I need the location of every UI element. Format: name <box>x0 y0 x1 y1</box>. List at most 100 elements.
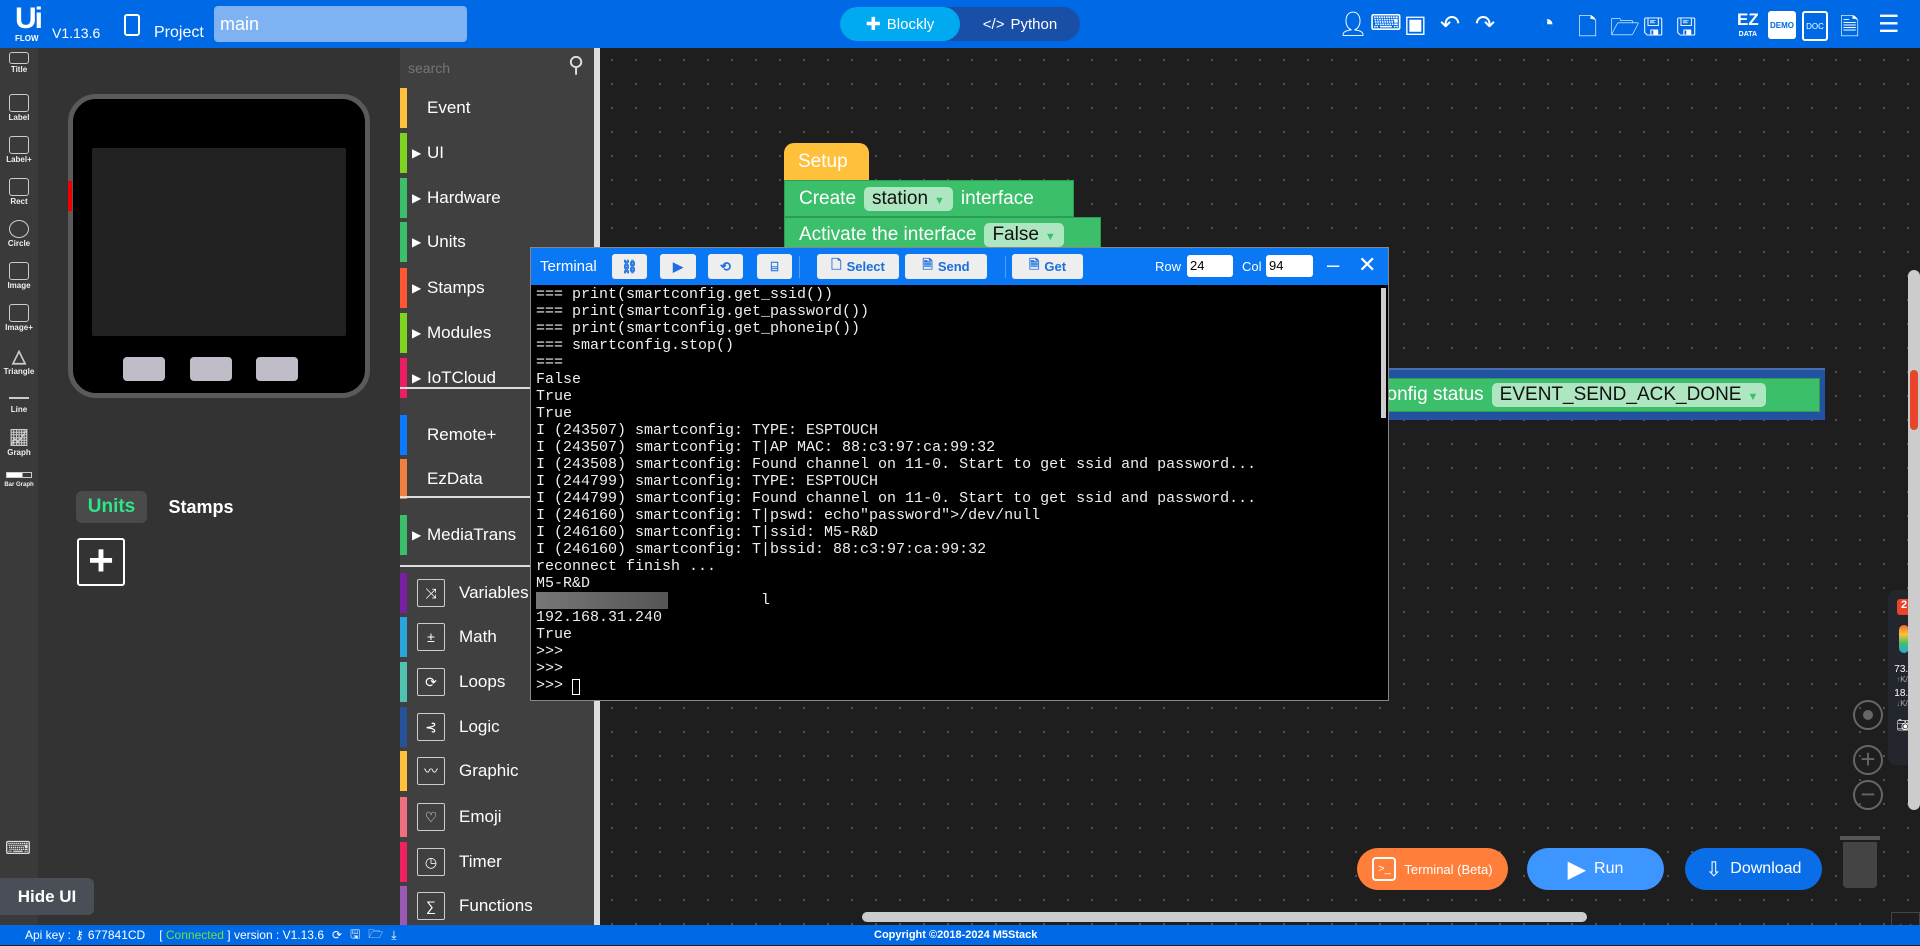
project-file-icon[interactable] <box>124 14 140 36</box>
status-dropdown[interactable]: EVENT_SEND_ACK_DONE ▼ <box>1491 383 1767 407</box>
device-button-b[interactable] <box>190 357 232 381</box>
category-logic[interactable]: ⊰ Logic <box>400 707 600 747</box>
save-icon[interactable]: 🖫︎ <box>350 925 360 946</box>
terminal-line: M5-R&D <box>536 575 591 592</box>
ez-label: EZ <box>1737 10 1759 29</box>
terminal-scrollbar[interactable] <box>1381 288 1386 418</box>
tool-label-plus[interactable]: Label+ <box>0 136 38 164</box>
tool-triangle[interactable]: △ Triangle <box>0 346 38 376</box>
zoom-out-icon[interactable]: − <box>1853 780 1883 810</box>
interface-type-dropdown[interactable]: station ▼ <box>864 186 953 211</box>
tool-label-item[interactable]: Label <box>0 94 38 122</box>
category-ui[interactable]: ▶ UI <box>400 133 600 173</box>
tool-circle[interactable]: Circle <box>0 220 38 248</box>
folder-icon[interactable]: 🗁︎ <box>368 925 383 946</box>
terminal-output[interactable]: === print(smartconfig.get_ssid()) === pri… <box>536 286 1366 696</box>
send-button[interactable]: 🗎︎ Send <box>905 254 987 279</box>
clear-button[interactable]: ⌸ <box>757 254 792 279</box>
category-functions[interactable]: ∑ Functions <box>400 886 600 926</box>
device-icon[interactable]: ▣ <box>1404 10 1427 39</box>
project-name-input[interactable] <box>214 6 467 42</box>
run-button[interactable]: ▶ <box>660 254 696 279</box>
save-as-icon[interactable]: 🖫︎ <box>1676 10 1696 51</box>
terminal-line: reconnect finish ... <box>536 558 717 575</box>
keyboard-icon[interactable]: ⌨ <box>5 838 31 859</box>
tool-image[interactable]: Image <box>0 262 38 290</box>
category-event[interactable]: Event <box>400 88 600 128</box>
terminal-beta-button[interactable]: >_ Terminal (Beta) <box>1357 848 1508 890</box>
terminal-header[interactable]: Terminal ⛓ ▶ ⟲ ⌸ 🗋︎ Select 🗎︎ Send 🗎︎ Get R… <box>531 248 1388 285</box>
search-icon[interactable]: ⚲ <box>568 52 584 78</box>
power-led <box>68 181 72 211</box>
mode-python-button[interactable]: </> Python <box>960 7 1080 41</box>
vertical-scrollbar[interactable] <box>1908 270 1920 810</box>
reset-device-button[interactable]: ⟲ <box>708 254 743 279</box>
category-graphic[interactable]: 〰 Graphic <box>400 751 600 791</box>
user-icon[interactable]: 👤︎ <box>1338 10 1368 39</box>
select-button[interactable]: 🗋︎ Select <box>817 254 899 279</box>
device-screen[interactable] <box>92 148 346 336</box>
dropdown-arrow-icon: ▼ <box>934 194 945 207</box>
api-key-label: Api key : <box>25 928 72 942</box>
tool-graph[interactable]: 📈︎ Graph <box>0 428 38 457</box>
tool-bar-graph[interactable]: Bar Graph <box>0 472 38 488</box>
ezdata-button[interactable]: EZ DATA <box>1737 10 1759 42</box>
condition-block[interactable]: config status EVENT_SEND_ACK_DONE ▼ <box>1377 368 1825 420</box>
open-folder-icon[interactable]: 🗁︎ <box>1610 10 1640 51</box>
device-button-a[interactable] <box>123 357 165 381</box>
download-button[interactable]: ⇩ Download <box>1685 848 1822 890</box>
tool-line[interactable]: Line <box>0 393 38 414</box>
zoom-in-icon[interactable]: + <box>1853 745 1883 775</box>
horizontal-scrollbar[interactable] <box>862 912 1587 922</box>
activate-dropdown[interactable]: False ▼ <box>984 223 1064 247</box>
history-icon[interactable]: ◔ <box>1540 10 1555 38</box>
minimize-icon[interactable]: – <box>1327 252 1339 278</box>
get-button[interactable]: 🗎︎ Get <box>1012 254 1083 279</box>
mode-blockly-button[interactable]: ✚ Blockly <box>840 7 960 41</box>
disconnect-button[interactable]: ⛓ <box>612 254 647 279</box>
rect-icon <box>9 178 29 196</box>
config-status-block[interactable]: config status EVENT_SEND_ACK_DONE ▼ <box>1377 378 1820 412</box>
refresh-icon[interactable]: ⟳ <box>332 928 342 942</box>
recenter-icon[interactable] <box>1853 700 1883 730</box>
doc-button[interactable]: DOC <box>1802 11 1828 41</box>
dropdown-value: EVENT_SEND_ACK_DONE <box>1499 384 1742 405</box>
hide-ui-button[interactable]: Hide UI <box>0 878 94 915</box>
category-hardware[interactable]: ▶ Hardware <box>400 178 600 218</box>
terminal-line: I (246160) smartconfig: T|bssid: 88:c3:9… <box>536 541 987 558</box>
tool-image-plus[interactable]: Image+ <box>0 304 38 332</box>
undo-icon[interactable]: ↶ <box>1440 10 1460 39</box>
demo-button[interactable]: DEMO <box>1768 11 1796 39</box>
category-label: Logic <box>459 717 500 736</box>
close-icon[interactable]: ✕ <box>1358 252 1376 278</box>
save-icon[interactable]: 🖫︎ <box>1643 10 1663 51</box>
col-input[interactable]: 94 <box>1266 255 1313 277</box>
keyboard-icon[interactable]: ⌨ <box>1370 10 1402 36</box>
row-input[interactable]: 24 <box>1187 255 1233 277</box>
project-label[interactable]: Project <box>154 24 204 42</box>
category-timer[interactable]: ◷ Timer <box>400 842 600 882</box>
ui-tools-bar: Title Label Label+ Rect Circle Image Ima… <box>0 48 38 925</box>
tool-label: Image <box>7 281 31 290</box>
tab-stamps[interactable]: Stamps <box>160 491 242 523</box>
device-button-c[interactable] <box>256 357 298 381</box>
download-icon[interactable]: ⤓ <box>391 928 396 943</box>
search-input[interactable] <box>408 56 558 80</box>
tool-title[interactable]: Title <box>0 52 38 74</box>
tool-rect[interactable]: Rect <box>0 178 38 206</box>
setup-block[interactable]: Setup <box>784 143 869 181</box>
tool-label: Circle <box>7 239 31 248</box>
tab-units[interactable]: Units <box>76 491 147 523</box>
puzzle-icon: ✚ <box>865 13 881 34</box>
settings-doc-icon[interactable]: 🗎︎ <box>1840 10 1859 51</box>
run-button[interactable]: ▶ Run <box>1527 848 1664 890</box>
category-emoji[interactable]: ♡ Emoji <box>400 797 600 837</box>
connection-status: Connected <box>165 928 224 942</box>
redo-icon[interactable]: ↷ <box>1475 10 1495 39</box>
category-label: Variables <box>459 583 529 602</box>
add-unit-button[interactable]: + <box>77 538 125 586</box>
menu-icon[interactable]: ☰ <box>1878 10 1900 39</box>
trash-icon[interactable] <box>1840 836 1880 890</box>
create-interface-block[interactable]: Create station ▼ interface <box>784 180 1074 217</box>
new-file-icon[interactable]: 🗋︎ <box>1578 10 1597 51</box>
